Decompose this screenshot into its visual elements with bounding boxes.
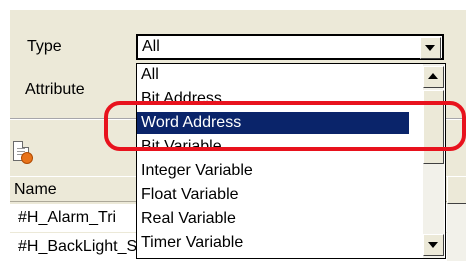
- type-dropdown-button[interactable]: [420, 37, 441, 59]
- scroll-down-button[interactable]: [423, 234, 444, 256]
- highlight-callout: [104, 101, 466, 151]
- type-combobox[interactable]: All: [136, 34, 444, 60]
- warning-badge-icon: [21, 152, 33, 164]
- scroll-up-button[interactable]: [423, 66, 444, 88]
- attribute-label: Attribute: [25, 81, 85, 98]
- dropdown-option-integer-variable[interactable]: Integer Variable: [137, 160, 409, 182]
- type-combobox-value: All: [142, 38, 160, 55]
- chevron-down-icon: [428, 242, 438, 248]
- dropdown-scrollbar[interactable]: [423, 64, 444, 258]
- chevron-down-icon: [425, 45, 435, 51]
- document-icon[interactable]: [13, 141, 33, 164]
- table-scroll-up-button[interactable]: [447, 176, 466, 204]
- dropdown-option-timer-variable[interactable]: Timer Variable: [137, 232, 409, 254]
- dropdown-option-real-variable[interactable]: Real Variable: [137, 208, 409, 230]
- dropdown-option-all[interactable]: All: [137, 64, 409, 86]
- column-header-name[interactable]: Name: [14, 180, 57, 200]
- type-dropdown-list[interactable]: All Bit Address Word Address Bit Variabl…: [136, 63, 446, 259]
- table-cell-name: #H_Alarm_Tri: [18, 209, 117, 226]
- table-scrollbar[interactable]: [447, 176, 466, 261]
- chevron-up-icon: [428, 73, 438, 79]
- type-label: Type: [27, 38, 62, 55]
- dropdown-option-float-variable[interactable]: Float Variable: [137, 184, 409, 206]
